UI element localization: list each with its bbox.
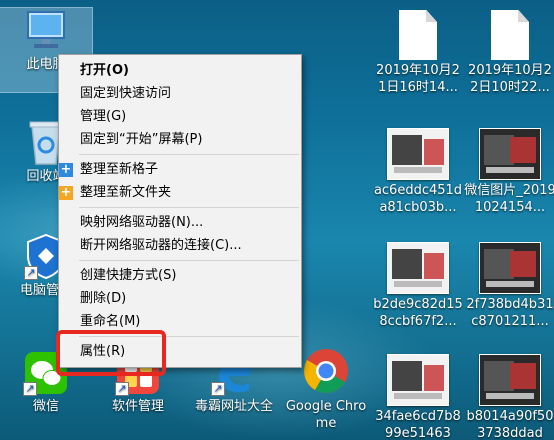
document-icon xyxy=(491,10,529,60)
shortcut-arrow-icon: ↗ xyxy=(24,266,38,280)
desktop-icon-image[interactable]: b2de9c82d158ccbf67f2... xyxy=(372,242,464,330)
menu-item-disconnect-drive[interactable]: 断开网络驱动器的连接(C)... xyxy=(59,234,301,257)
plus-orange-icon: + xyxy=(59,185,73,200)
chrome-icon xyxy=(304,349,348,393)
icon-label: 微信图片_20191024154... xyxy=(464,183,554,215)
icon-label: Google Chrome xyxy=(285,399,367,431)
menu-item-label: 映射网络驱动器(N)... xyxy=(80,215,204,230)
image-thumbnail xyxy=(479,242,541,294)
menu-item-label: 创建快捷方式(S) xyxy=(80,268,177,283)
image-thumbnail xyxy=(387,128,449,180)
menu-item-label: 固定到“开始”屏幕(P) xyxy=(80,132,203,147)
highlight-annotation xyxy=(56,330,166,376)
icon-label: ac6eddc451da81cb03b... xyxy=(373,183,463,215)
desktop: 此电脑 回收站 ↗ 电脑管家 ↗ 微信 ↗ 软件管理 ↗ 毒霸网址大全 Goog… xyxy=(0,0,554,440)
desktop-icon-image[interactable]: b8014a90f503738ddad xyxy=(464,354,554,440)
menu-separator xyxy=(79,154,299,155)
image-thumbnail xyxy=(387,354,449,406)
menu-separator xyxy=(79,260,299,261)
document-icon xyxy=(399,10,437,60)
context-menu: 打开(O) 固定到快速访问 管理(G) 固定到“开始”屏幕(P) + 整理至新格… xyxy=(58,54,302,368)
menu-item-map-drive[interactable]: 映射网络驱动器(N)... xyxy=(59,211,301,234)
icon-label: 34fae6cd7b899e51463 xyxy=(375,409,461,440)
menu-item-label: 固定到快速访问 xyxy=(80,86,172,101)
menu-item-label: 重命名(M) xyxy=(80,314,141,329)
plus-blue-icon: + xyxy=(59,162,73,177)
computer-icon xyxy=(27,11,65,48)
menu-item-label: 整理至新文件夹 xyxy=(80,185,172,200)
icon-label: 毒霸网址大全 xyxy=(194,399,273,414)
icon-label: 微信 xyxy=(32,399,59,414)
icon-label: 2f738bd4b31c8701211... xyxy=(466,297,554,329)
icon-label: b2de9c82d158ccbf67f2... xyxy=(373,297,463,329)
icon-label: b8014a90f503738ddad xyxy=(466,409,554,440)
menu-item-manage[interactable]: 管理(G) xyxy=(59,105,301,128)
desktop-icon-image[interactable]: ac6eddc451da81cb03b... xyxy=(372,128,464,216)
menu-item-label: 整理至新格子 xyxy=(80,162,159,177)
shortcut-arrow-icon: ↗ xyxy=(211,382,225,396)
menu-item-pin-start[interactable]: 固定到“开始”屏幕(P) xyxy=(59,128,301,151)
desktop-icon-image[interactable]: 微信图片_20191024154... xyxy=(464,128,554,216)
menu-item-new-grid[interactable]: + 整理至新格子 xyxy=(59,158,301,181)
image-thumbnail xyxy=(479,354,541,406)
shortcut-arrow-icon: ↗ xyxy=(115,382,129,396)
shortcut-arrow-icon: ↗ xyxy=(23,382,37,396)
icon-label: 2019年10月22日10时22... xyxy=(468,63,552,95)
menu-item-open[interactable]: 打开(O) xyxy=(59,59,301,82)
desktop-icon-image[interactable]: 34fae6cd7b899e51463 xyxy=(372,354,464,440)
desktop-icon-document[interactable]: 2019年10月21日16时14... xyxy=(372,10,464,96)
image-thumbnail xyxy=(387,242,449,294)
menu-item-label: 删除(D) xyxy=(80,291,127,306)
menu-item-create-shortcut[interactable]: 创建快捷方式(S) xyxy=(59,264,301,287)
icon-label: 软件管理 xyxy=(111,399,164,414)
icon-label: 2019年10月21日16时14... xyxy=(376,63,460,95)
menu-item-new-folder[interactable]: + 整理至新文件夹 xyxy=(59,181,301,204)
menu-item-label: 管理(G) xyxy=(80,109,127,124)
menu-item-pin-quick-access[interactable]: 固定到快速访问 xyxy=(59,82,301,105)
menu-separator xyxy=(79,207,299,208)
menu-item-delete[interactable]: 删除(D) xyxy=(59,287,301,310)
desktop-icon-document[interactable]: 2019年10月22日10时22... xyxy=(464,10,554,96)
desktop-icon-image[interactable]: 2f738bd4b31c8701211... xyxy=(464,242,554,330)
menu-item-label: 打开(O) xyxy=(80,63,129,78)
image-thumbnail xyxy=(479,128,541,180)
menu-item-label: 断开网络驱动器的连接(C)... xyxy=(80,238,242,253)
